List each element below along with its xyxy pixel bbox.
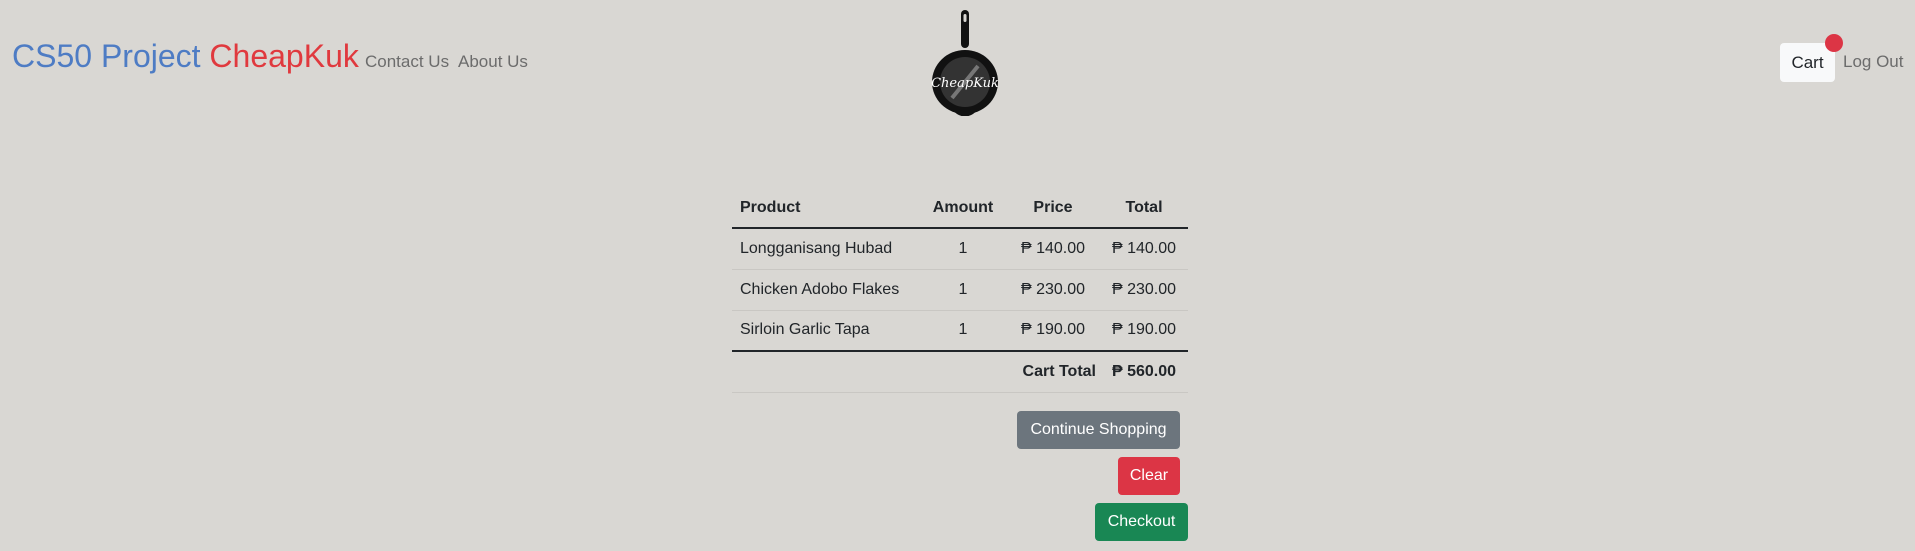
logout-link[interactable]: Log Out	[1843, 52, 1904, 72]
continue-shopping-button[interactable]: Continue Shopping	[1017, 411, 1180, 449]
cart-total-row: Cart Total ₱ 560.00	[732, 351, 1188, 393]
row-amount: 1	[920, 269, 1006, 311]
checkout-button[interactable]: Checkout	[1095, 503, 1188, 541]
cart-total-label: Cart Total	[1006, 351, 1100, 393]
cart-badge	[1825, 34, 1843, 52]
clear-cart-button[interactable]: Clear	[1118, 457, 1180, 495]
row-total: ₱ 190.00	[1100, 310, 1188, 352]
header-price: Price	[1006, 188, 1100, 229]
row-product: Longganisang Hubad	[732, 228, 920, 270]
row-price: ₱ 140.00	[1006, 228, 1100, 270]
cart-button-label: Cart	[1791, 52, 1824, 72]
row-total: ₱ 230.00	[1100, 269, 1188, 311]
header-total: Total	[1100, 188, 1188, 229]
row-total: ₱ 140.00	[1100, 228, 1188, 270]
brand-name-text: CheapKuk	[209, 38, 359, 74]
brand-project-text: CS50 Project	[12, 38, 201, 74]
table-row: Chicken Adobo Flakes 1 ₱ 230.00 ₱ 230.00	[732, 269, 1188, 311]
row-price: ₱ 230.00	[1006, 269, 1100, 311]
row-product: Sirloin Garlic Tapa	[732, 310, 920, 352]
table-row: Longganisang Hubad 1 ₱ 140.00 ₱ 140.00	[732, 228, 1188, 270]
row-price: ₱ 190.00	[1006, 310, 1100, 352]
nav-about-us[interactable]: About Us	[458, 52, 528, 72]
row-product: Chicken Adobo Flakes	[732, 269, 920, 311]
header-product: Product	[732, 188, 920, 229]
row-amount: 1	[920, 228, 1006, 270]
nav-contact-us[interactable]: Contact Us	[365, 52, 449, 72]
table-row: Sirloin Garlic Tapa 1 ₱ 190.00 ₱ 190.00	[732, 310, 1188, 352]
row-amount: 1	[920, 310, 1006, 352]
cart-table: Product Amount Price Total Longganisang …	[732, 188, 1188, 393]
cheapkuk-logo[interactable]: CheapKuk	[928, 8, 1002, 116]
header-amount: Amount	[920, 188, 1006, 229]
cart-total-value: ₱ 560.00	[1100, 351, 1188, 393]
cart-table-header: Product Amount Price Total	[732, 188, 1188, 229]
brand-title[interactable]: CS50 Project CheapKuk	[12, 40, 359, 72]
logo-text: CheapKuk	[931, 76, 999, 91]
